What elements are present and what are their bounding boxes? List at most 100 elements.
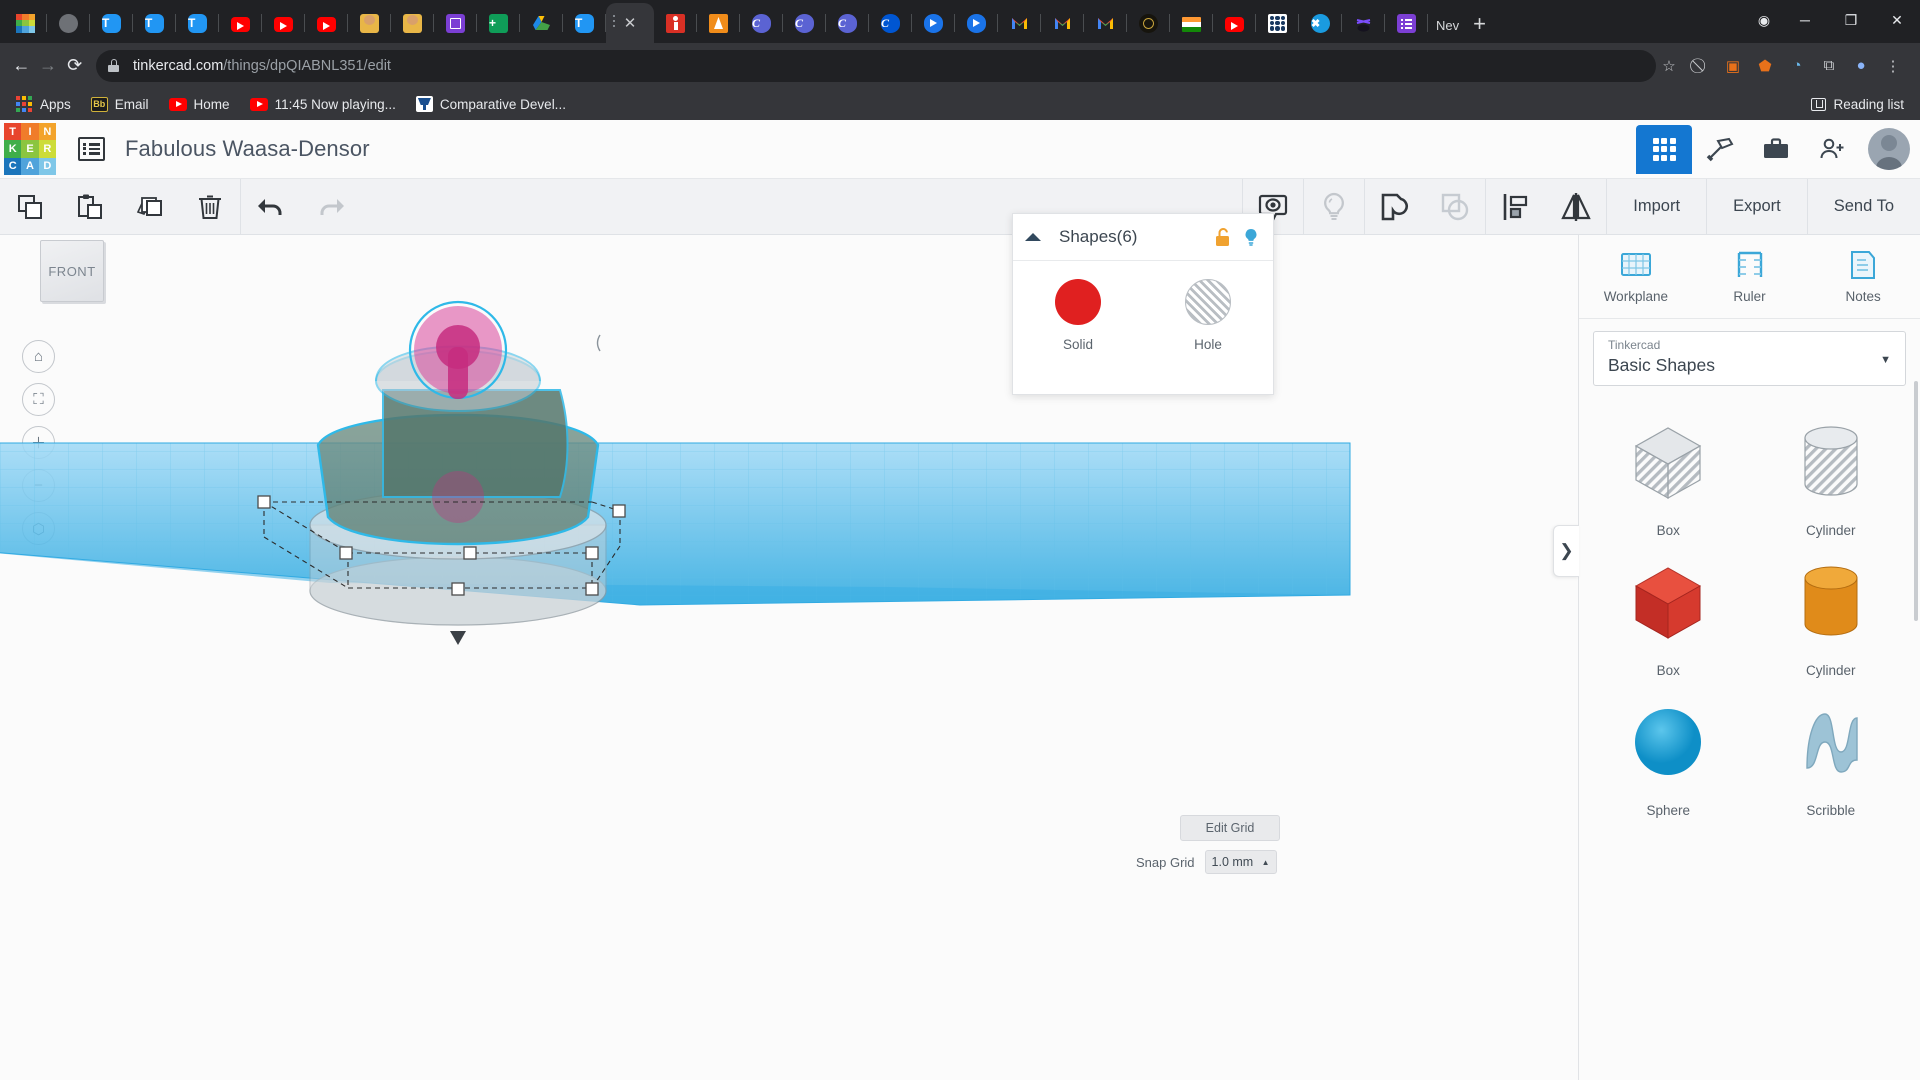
bookmark-star-icon[interactable]: ☆ (1656, 53, 1682, 79)
puzzle-icon[interactable]: ⧉ (1816, 53, 1842, 79)
delete-button[interactable] (180, 179, 240, 235)
shape-scribble[interactable]: Scribble (1750, 684, 1913, 824)
minimize-button[interactable]: ─ (1782, 12, 1828, 28)
address-bar[interactable]: tinkercad.com/things/dpQIABNL351/edit (96, 50, 1656, 82)
youtube-tab-4[interactable] (1213, 3, 1256, 43)
redo-button[interactable] (301, 179, 361, 235)
solid-option[interactable]: Solid (1013, 279, 1143, 352)
tab-menu-dots-icon[interactable] (613, 15, 616, 30)
new-tab-button[interactable]: + (1463, 13, 1496, 43)
person-tab-2[interactable] (391, 3, 434, 43)
tab-learn[interactable] (1748, 125, 1804, 174)
blue-play-tab-2[interactable] (955, 3, 998, 43)
shield-icon[interactable]: ⬟ (1752, 53, 1778, 79)
tinkercad-logo[interactable]: TINKERCAD (4, 123, 56, 175)
coursera-tab-2[interactable]: C (783, 3, 826, 43)
dark-seal-tab[interactable] (1127, 3, 1170, 43)
youtube-tab-2[interactable] (262, 3, 305, 43)
duplicate-button[interactable] (120, 179, 180, 235)
shape-box-hole[interactable]: Box (1587, 404, 1750, 544)
send-to-button[interactable]: Send To (1807, 179, 1920, 235)
paste-button[interactable] (60, 179, 120, 235)
purple-scissors-tab[interactable] (1342, 3, 1385, 43)
import-button[interactable]: Import (1606, 179, 1706, 235)
coursera-tab-3[interactable]: C (826, 3, 869, 43)
edit-grid-button[interactable]: Edit Grid (1180, 815, 1280, 841)
3d-viewport[interactable]: FRONT ⌂ ⛶ ＋ − ⬡ (0, 235, 1578, 1080)
copy-button[interactable] (0, 179, 60, 235)
unlock-icon[interactable] (1214, 227, 1231, 247)
shape-cylinder-hole[interactable]: Cylinder (1750, 404, 1913, 544)
active-tab[interactable]: ✕ (606, 3, 654, 43)
maximize-button[interactable]: ❐ (1828, 12, 1874, 29)
window-profile-icon[interactable]: ◉ (1746, 12, 1782, 29)
design-list-icon[interactable] (78, 137, 105, 161)
reload-button[interactable]: ⟳ (63, 49, 86, 83)
person-tab-1[interactable] (348, 3, 391, 43)
back-button[interactable]: ← (10, 49, 33, 83)
shape-box-red[interactable]: Box (1587, 544, 1750, 684)
gmail-tab-1[interactable] (998, 3, 1041, 43)
menu-icon[interactable]: ⋮ (1880, 53, 1906, 79)
youtube-tab-1[interactable] (219, 3, 262, 43)
collapse-panel-button[interactable] (1013, 214, 1053, 260)
india-flag-tab[interactable] (1170, 3, 1213, 43)
youtube-tab-3[interactable] (305, 3, 348, 43)
tinkercad-tab-3[interactable]: T (176, 3, 219, 43)
tinkercad-tab-4[interactable]: T (563, 3, 606, 43)
light-button[interactable] (1304, 179, 1364, 235)
blue-x-tab[interactable]: ✖ (1299, 3, 1342, 43)
globe-tab[interactable] (47, 3, 90, 43)
mirror-button[interactable] (1546, 179, 1606, 235)
bookmark-item-0[interactable]: Apps (8, 93, 79, 116)
bookmark-item-3[interactable]: 11:45 Now playing... (242, 94, 404, 115)
tab-invite[interactable] (1804, 125, 1860, 174)
bulb-icon[interactable] (1243, 227, 1259, 247)
tab-design[interactable] (1636, 125, 1692, 174)
google-keep-tab[interactable] (434, 3, 477, 43)
google-drive-tab[interactable] (520, 3, 563, 43)
workplane-tool[interactable]: Workplane (1579, 235, 1693, 318)
reading-list-button[interactable]: Reading list (1811, 97, 1912, 112)
bookmark-item-1[interactable]: BbEmail (83, 94, 157, 115)
gmail-tab-3[interactable] (1084, 3, 1127, 43)
orange-app-tab[interactable] (697, 3, 740, 43)
group-button[interactable] (1365, 179, 1425, 235)
tinkercad-tab-2[interactable]: T (133, 3, 176, 43)
export-button[interactable]: Export (1706, 179, 1807, 235)
red-app-tab[interactable] (654, 3, 697, 43)
snap-grid-select[interactable]: 1.0 mm ▲ (1205, 850, 1277, 874)
sidebar-scrollbar[interactable] (1914, 381, 1918, 621)
profile-icon[interactable]: ● (1848, 53, 1874, 79)
blue-play-tab-1[interactable] (912, 3, 955, 43)
align-button[interactable] (1486, 179, 1546, 235)
coursera-tab-4[interactable]: C (869, 3, 912, 43)
purple-list-tab[interactable] (1385, 3, 1428, 43)
google-sheets-tab[interactable]: + (477, 3, 520, 43)
bookmark-item-2[interactable]: Home (161, 94, 238, 115)
panel-toggle-button[interactable]: ❯ (1553, 525, 1579, 577)
tab-codeblocks[interactable] (1692, 125, 1748, 174)
extension-orange-icon[interactable]: ▣ (1720, 53, 1746, 79)
gmail-tab-2[interactable] (1041, 3, 1084, 43)
close-window-button[interactable]: ✕ (1874, 12, 1920, 29)
tinkercad-tab-1[interactable]: T (90, 3, 133, 43)
notes-tool[interactable]: Notes (1806, 235, 1920, 318)
bookmark-item-4[interactable]: Comparative Devel... (408, 93, 574, 115)
forward-button[interactable]: → (37, 49, 60, 83)
shape-sphere[interactable]: Sphere (1587, 684, 1750, 824)
block-icon[interactable]: ⃠ (1688, 53, 1714, 79)
hole-option[interactable]: Hole (1143, 279, 1273, 352)
paint-icon[interactable]: ◔ (1784, 53, 1810, 79)
shape-cylinder-orange[interactable]: Cylinder (1750, 544, 1913, 684)
user-avatar[interactable] (1868, 128, 1910, 170)
close-tab-icon[interactable]: ✕ (624, 16, 637, 31)
dots-grid-tab[interactable] (1256, 3, 1299, 43)
coursera-tab-1[interactable]: C (740, 3, 783, 43)
undo-button[interactable] (241, 179, 301, 235)
tinkercad-logo-tab[interactable] (4, 3, 47, 43)
design-title[interactable]: Fabulous Waasa-Densor (125, 136, 370, 162)
ruler-tool[interactable]: Ruler (1693, 235, 1807, 318)
shape-library-select[interactable]: Tinkercad Basic Shapes ▼ (1593, 331, 1906, 386)
ungroup-button[interactable] (1425, 179, 1485, 235)
